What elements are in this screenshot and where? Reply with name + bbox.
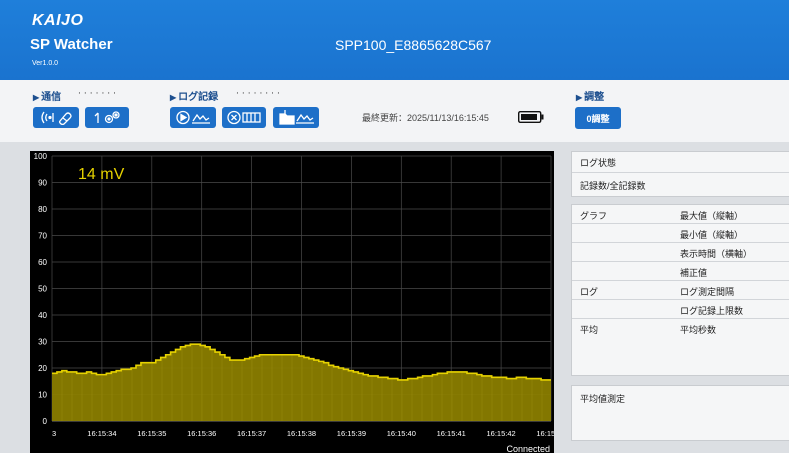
y-tick-label: 30 xyxy=(38,338,47,347)
graph-group-label: グラフ xyxy=(580,211,608,221)
y-tick-label: 50 xyxy=(38,285,47,294)
panel-row[interactable]: グラフ 最大値（縦軸） xyxy=(572,205,789,224)
log-start-icon xyxy=(176,110,210,125)
panel-row[interactable]: 平均 平均秒数 xyxy=(572,319,789,376)
log-interval-setting: ログ測定間隔 xyxy=(680,287,735,297)
log-status-panel: ログ状態 記録数/全記録数 xyxy=(571,151,789,197)
y-tick-label: 0 xyxy=(43,417,48,426)
avg-measure-label: 平均値測定 xyxy=(580,394,626,404)
y-tick-label: 20 xyxy=(38,364,47,373)
log-stop-button[interactable] xyxy=(222,107,266,128)
y-tick-label: 70 xyxy=(38,232,47,241)
zero-adjust-button[interactable]: 0調整 xyxy=(575,107,621,129)
x-tick-label: 16:15:40 xyxy=(387,429,416,438)
app-header: KAIJO SP Watcher Ver1.0.0 SPP100_E886562… xyxy=(0,0,789,80)
triangle-right-icon: ▶ xyxy=(33,93,40,102)
device-settings-icon xyxy=(94,111,120,124)
x-tick-label: 16:15:35 xyxy=(137,429,166,438)
y-tick-label: 40 xyxy=(38,311,47,320)
panel-row: 記録数/全記録数 xyxy=(572,173,789,197)
record-count-label: 記録数/全記録数 xyxy=(580,181,646,191)
log-group-label: ログ xyxy=(580,287,599,297)
y-tick-label: 60 xyxy=(38,258,47,267)
section-divider: ········ xyxy=(236,89,283,99)
avg-seconds-setting: 平均秒数 xyxy=(680,325,717,335)
current-value-label: 14 mV xyxy=(78,166,125,183)
app-version: Ver1.0.0 xyxy=(32,60,59,67)
x-tick-label: 16:15:36 xyxy=(187,429,216,438)
panel-row[interactable]: 補正値 xyxy=(572,262,789,281)
x-tick-label: 16:15:39 xyxy=(337,429,366,438)
graph-time-setting: 表示時間（横軸） xyxy=(680,249,753,259)
x-tick-label: 16:15:38 xyxy=(287,429,316,438)
section-divider: ······· xyxy=(78,89,120,99)
log-folder-icon xyxy=(279,110,314,125)
device-settings-button[interactable] xyxy=(85,107,129,128)
panel-row[interactable]: 最小値（縦軸） xyxy=(572,224,789,243)
app-name: SP Watcher xyxy=(30,36,113,53)
x-tick-label: 3 xyxy=(52,429,56,438)
comm-section-label: ▶ 通信 xyxy=(33,92,62,103)
adjust-section-label: ▶ 調整 xyxy=(576,92,605,103)
log-section-label: ▶ ログ記録 xyxy=(170,92,219,103)
x-tick-label: 16:15:41 xyxy=(437,429,466,438)
x-tick-label: 16:15:37 xyxy=(237,429,266,438)
panel-row[interactable]: 表示時間（横軸） xyxy=(572,243,789,262)
triangle-right-icon: ▶ xyxy=(170,93,177,102)
log-stop-icon xyxy=(227,110,261,125)
x-tick-label: 16:15:42 xyxy=(486,429,515,438)
toolbar: ▶ 通信 ······· ▶ ログ記録 ········ 最終更新：2025/1… xyxy=(0,80,789,142)
brand-logo: KAIJO xyxy=(32,12,84,29)
y-tick-label: 10 xyxy=(38,391,47,400)
avg-group-label: 平均 xyxy=(580,325,599,335)
x-tick-label: 16:15:43 xyxy=(536,429,554,438)
panel-row: ログ状態 xyxy=(572,152,789,173)
y-tick-label: 90 xyxy=(38,179,47,188)
y-tick-label: 80 xyxy=(38,205,47,214)
log-start-button[interactable] xyxy=(170,107,216,128)
avg-measure-panel: 平均値測定 xyxy=(571,385,789,441)
y-tick-label: 100 xyxy=(34,152,48,161)
x-tick-label: 16:15:34 xyxy=(87,429,116,438)
log-status-label: ログ状態 xyxy=(580,158,617,168)
graph-min-setting: 最小値（縦軸） xyxy=(680,230,744,240)
panel-row[interactable]: 平均値測定 xyxy=(572,386,789,408)
graph-max-setting: 最大値（縦軸） xyxy=(680,211,744,221)
panel-row[interactable]: ログ ログ測定間隔 xyxy=(572,281,789,300)
log-folder-button[interactable] xyxy=(273,107,319,128)
panel-row[interactable]: ログ記録上限数 xyxy=(572,300,789,319)
realtime-chart: 0 10 20 30 40 50 60 70 80 90 100 3 16:15:34 16:15:35… xyxy=(30,151,554,453)
last-update-timestamp: 最終更新：2025/11/13/16:15:45 xyxy=(362,113,489,123)
device-id: SPP100_E8865628C567 xyxy=(335,37,492,53)
chart-svg: 0 10 20 30 40 50 60 70 80 90 100 3 16:15:34 16:15:35… xyxy=(34,152,554,453)
connection-status: Connected xyxy=(506,444,550,453)
wireless-connect-button[interactable] xyxy=(33,107,79,128)
wireless-connect-icon xyxy=(41,111,72,126)
triangle-right-icon: ▶ xyxy=(576,93,583,102)
log-limit-setting: ログ記録上限数 xyxy=(680,306,744,316)
battery-icon xyxy=(518,111,544,123)
settings-panel: グラフ 最大値（縦軸） 最小値（縦軸） 表示時間（横軸） 補正値 ログ ログ測定… xyxy=(571,204,789,376)
graph-correction-setting: 補正値 xyxy=(680,268,708,278)
